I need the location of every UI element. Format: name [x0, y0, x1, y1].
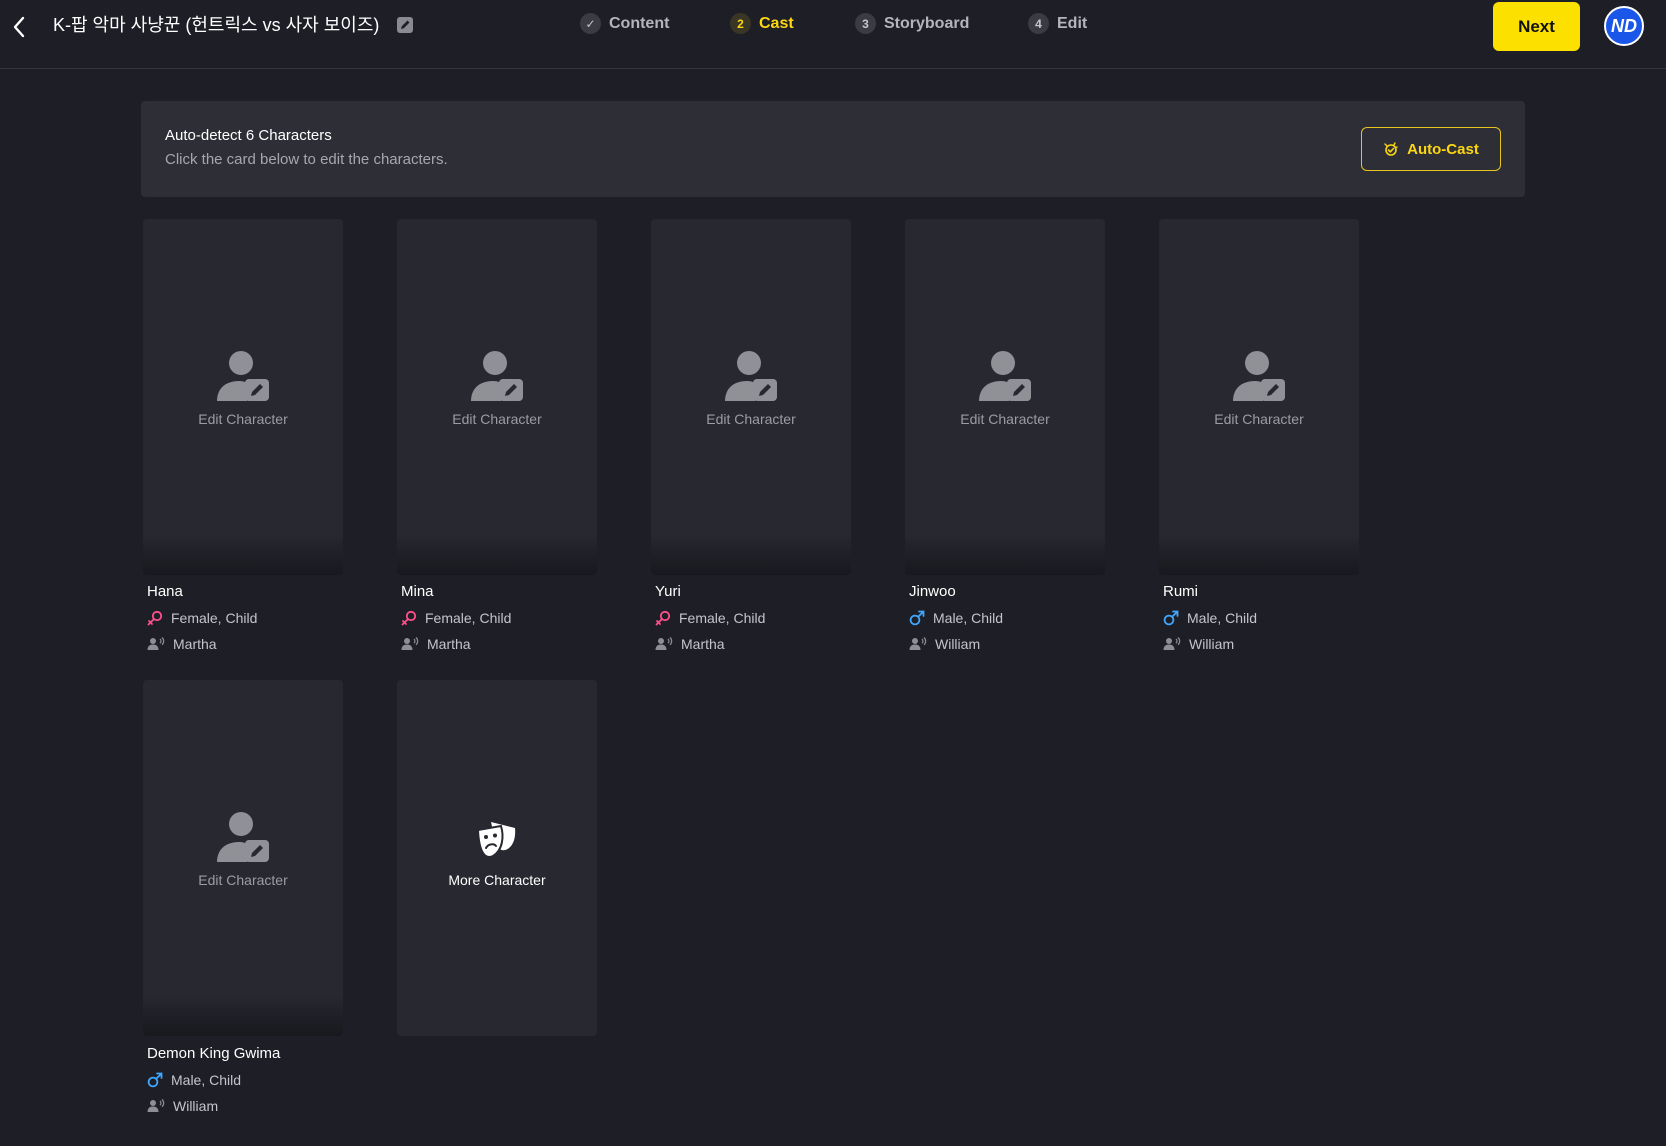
character-info-yuri: Yuri Female, Child Martha: [655, 582, 865, 654]
character-traits: Male, Child: [933, 610, 1004, 626]
theater-masks-icon: [476, 822, 516, 858]
more-character-card[interactable]: More Character: [397, 680, 597, 1036]
step-edit[interactable]: 4 Edit: [1028, 13, 1087, 34]
edit-person-icon: [217, 351, 269, 401]
auto-detect-banner: Auto-detect 6 Characters Click the card …: [141, 101, 1525, 197]
character-card-jinwoo[interactable]: Edit Character: [905, 219, 1105, 575]
step-content[interactable]: ✓ Content: [580, 13, 669, 34]
character-name: Hana: [147, 583, 183, 600]
voice-icon: [401, 637, 419, 650]
character-traits: Female, Child: [171, 610, 258, 626]
character-name: Jinwoo: [909, 583, 956, 600]
edit-person-icon: [471, 351, 523, 401]
character-card-demon-king-gwima[interactable]: Edit Character: [143, 680, 343, 1036]
character-voice: Martha: [173, 636, 217, 652]
project-title: K-팝 악마 사냥꾼 (헌트릭스 vs 사자 보이즈): [53, 15, 380, 35]
character-info-rumi: Rumi Male, Child William: [1163, 582, 1373, 654]
check-icon: ✓: [580, 13, 601, 34]
step-number: 2: [730, 13, 751, 34]
character-name: Mina: [401, 583, 434, 600]
voice-icon: [655, 637, 673, 650]
edit-character-label: Edit Character: [960, 411, 1050, 427]
character-info-mina: Mina Female, Child Martha: [401, 582, 611, 654]
male-icon: [1163, 610, 1179, 626]
character-traits: Female, Child: [425, 610, 512, 626]
character-name: Yuri: [655, 583, 681, 600]
character-card-mina[interactable]: Edit Character: [397, 219, 597, 575]
character-name: Rumi: [1163, 583, 1199, 600]
avatar[interactable]: ND: [1604, 6, 1644, 46]
female-icon: [655, 610, 671, 626]
character-info-demon-king-gwima: Demon King Gwima Male, Child William: [147, 1044, 357, 1116]
next-button[interactable]: Next: [1493, 2, 1580, 51]
character-card-yuri[interactable]: Edit Character: [651, 219, 851, 575]
auto-cast-button[interactable]: Auto-Cast: [1361, 127, 1501, 171]
character-traits: Male, Child: [171, 1072, 242, 1088]
voice-icon: [1163, 637, 1181, 650]
edit-person-icon: [979, 351, 1031, 401]
edit-character-label: Edit Character: [1214, 411, 1304, 427]
character-voice: William: [173, 1098, 219, 1114]
character-card-rumi[interactable]: Edit Character: [1159, 219, 1359, 575]
edit-title-icon[interactable]: [396, 16, 414, 34]
character-name: Demon King Gwima: [147, 1045, 281, 1062]
character-info-jinwoo: Jinwoo Male, Child William: [909, 582, 1119, 654]
chevron-left-icon: [13, 16, 25, 38]
auto-cast-label: Auto-Cast: [1407, 140, 1479, 158]
voice-icon: [909, 637, 927, 650]
edit-character-label: Edit Character: [706, 411, 796, 427]
edit-person-icon: [217, 812, 269, 862]
character-voice: Martha: [427, 636, 471, 652]
edit-character-label: Edit Character: [452, 411, 542, 427]
step-number: 3: [855, 13, 876, 34]
character-voice: Martha: [681, 636, 725, 652]
back-button[interactable]: [8, 12, 30, 42]
edit-person-icon: [725, 351, 777, 401]
step-storyboard[interactable]: 3 Storyboard: [855, 13, 969, 34]
character-voice: William: [1189, 636, 1235, 652]
step-label: Cast: [759, 14, 794, 32]
step-number: 4: [1028, 13, 1049, 34]
top-bar: K-팝 악마 사냥꾼 (헌트릭스 vs 사자 보이즈) ✓ Content 2 …: [0, 0, 1666, 69]
step-label: Edit: [1057, 14, 1088, 32]
more-character-label: More Character: [448, 872, 546, 888]
step-label: Storyboard: [884, 14, 970, 32]
female-icon: [401, 610, 417, 626]
banner-title: Auto-detect 6 Characters: [165, 127, 332, 144]
character-voice: William: [935, 636, 981, 652]
voice-icon: [147, 1099, 165, 1112]
edit-person-icon: [1233, 351, 1285, 401]
step-cast[interactable]: 2 Cast: [730, 13, 794, 34]
male-icon: [909, 610, 925, 626]
female-icon: [147, 610, 163, 626]
male-icon: [147, 1072, 163, 1088]
edit-character-label: Edit Character: [198, 872, 288, 888]
character-info-hana: Hana Female, Child Martha: [147, 582, 357, 654]
character-traits: Male, Child: [1187, 610, 1258, 626]
voice-icon: [147, 637, 165, 650]
edit-character-label: Edit Character: [198, 411, 288, 427]
step-label: Content: [609, 14, 670, 32]
magic-wand-icon: [1384, 142, 1398, 156]
character-traits: Female, Child: [679, 610, 766, 626]
character-card-hana[interactable]: Edit Character: [143, 219, 343, 575]
banner-subtitle: Click the card below to edit the charact…: [165, 151, 448, 168]
